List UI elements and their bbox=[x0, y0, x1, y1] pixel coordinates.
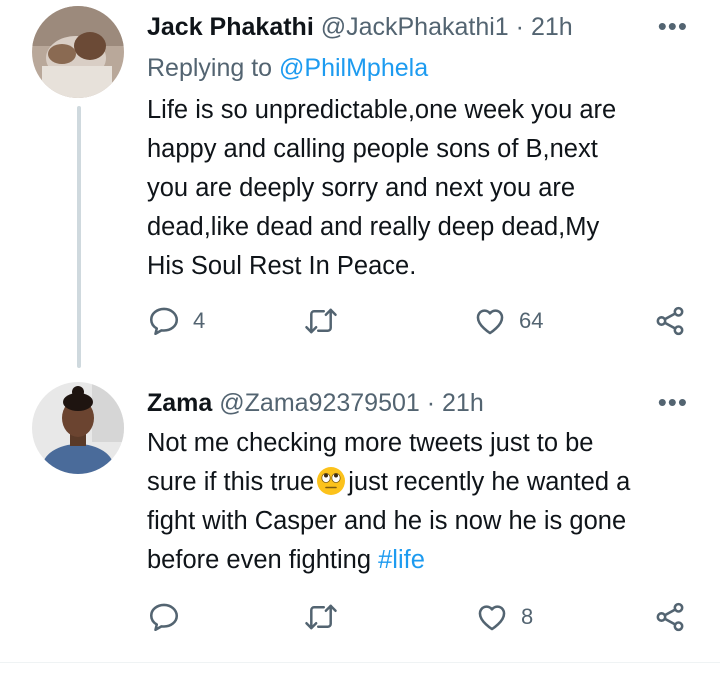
hashtag-link[interactable]: #life bbox=[378, 546, 425, 574]
share-icon bbox=[656, 602, 684, 632]
reply-button[interactable]: 4 bbox=[147, 304, 205, 338]
reply-icon bbox=[149, 307, 179, 336]
tweet-header: Zama @Zama92379501 · 21h bbox=[147, 388, 484, 418]
replying-to: Replying to @PhilMphela bbox=[147, 54, 428, 83]
user-handle[interactable]: @JackPhakathi1 bbox=[321, 13, 509, 41]
reply-button[interactable] bbox=[147, 600, 181, 634]
share-icon bbox=[656, 306, 684, 336]
tweet-text-segment: just recently he wanted a bbox=[348, 468, 631, 496]
avatar[interactable] bbox=[32, 382, 124, 474]
tweet-text-line: fight with Casper and he is now he is go… bbox=[147, 507, 627, 535]
tweet-actions: 4 64 bbox=[0, 304, 720, 344]
tweet-text-segment: sure if this true bbox=[147, 468, 315, 496]
tweet-text-line: sure if this true just recently he wanted… bbox=[147, 463, 707, 502]
timestamp[interactable]: 21h bbox=[531, 13, 573, 41]
separator-dot: · bbox=[426, 389, 436, 417]
mention-link[interactable]: @PhilMphela bbox=[279, 54, 428, 82]
tweet-text-line: happy and calling people sons of B,next bbox=[147, 135, 598, 163]
share-button[interactable] bbox=[652, 304, 688, 338]
divider bbox=[0, 662, 720, 663]
rolling-eyes-emoji-icon bbox=[316, 466, 346, 496]
tweet-text-line: you are deeply sorry and next you are bbox=[147, 174, 576, 202]
retweet-icon bbox=[305, 604, 337, 630]
heart-icon bbox=[478, 605, 506, 631]
avatar[interactable] bbox=[32, 6, 124, 98]
more-options-button[interactable]: ••• bbox=[658, 13, 688, 39]
like-count: 64 bbox=[519, 308, 544, 333]
tweet-text: Not me checking more tweets just to be s… bbox=[147, 424, 707, 580]
tweet-text-line: before even fighting #life bbox=[147, 541, 707, 580]
tweet-text: Life is so unpredictable,one week you ar… bbox=[147, 91, 707, 286]
display-name[interactable]: Zama bbox=[147, 389, 212, 417]
separator-dot: · bbox=[515, 13, 524, 41]
tweet-text-line: His Soul Rest In Peace. bbox=[147, 252, 417, 280]
retweet-button[interactable] bbox=[303, 304, 339, 338]
display-name[interactable]: Jack Phakathi bbox=[147, 13, 314, 41]
like-button[interactable]: 64 bbox=[473, 304, 543, 338]
tweet-actions: 8 bbox=[0, 600, 720, 640]
reply-count: 4 bbox=[193, 308, 206, 333]
share-button[interactable] bbox=[652, 600, 688, 634]
heart-icon bbox=[476, 309, 504, 335]
retweet-button[interactable] bbox=[303, 600, 339, 634]
more-options-button[interactable]: ••• bbox=[658, 389, 688, 415]
reply-icon bbox=[149, 603, 179, 632]
retweet-icon bbox=[305, 308, 337, 334]
like-button[interactable]: 8 bbox=[475, 600, 533, 634]
tweet-text-segment: before even fighting bbox=[147, 546, 379, 574]
timestamp[interactable]: 21h bbox=[442, 389, 484, 417]
tweet-text-line: Not me checking more tweets just to be bbox=[147, 429, 594, 457]
user-handle[interactable]: @Zama92379501 bbox=[219, 389, 420, 417]
tweet-header: Jack Phakathi @JackPhakathi1 · 21h bbox=[147, 12, 573, 42]
like-count: 8 bbox=[521, 604, 534, 629]
replying-to-label: Replying to bbox=[147, 54, 280, 82]
tweet-text-line: dead,like dead and really deep dead,My bbox=[147, 213, 600, 241]
tweet-text-line: Life is so unpredictable,one week you ar… bbox=[147, 96, 617, 124]
